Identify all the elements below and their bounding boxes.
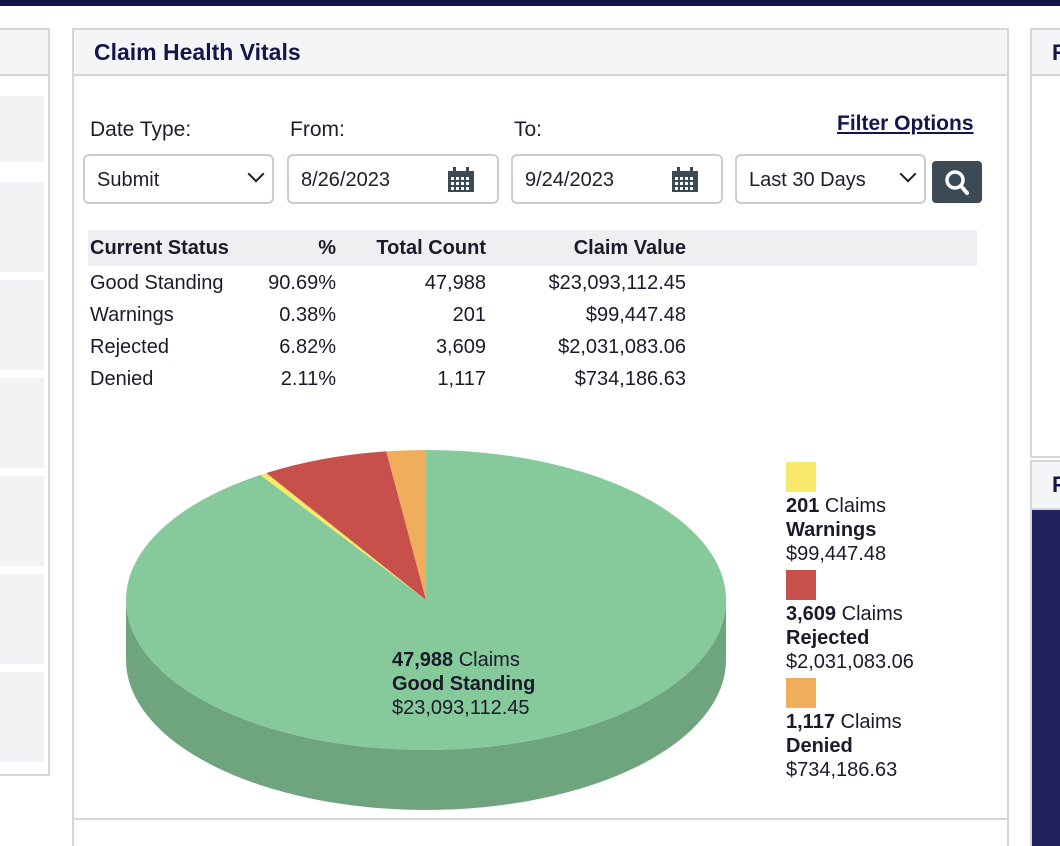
row-count: 3,609 — [435, 336, 486, 358]
legend-name: Warnings — [786, 519, 877, 541]
legend-name: Rejected — [786, 627, 870, 649]
row-status: Warnings — [90, 304, 174, 326]
legend-value: $734,186.63 — [786, 759, 898, 781]
next-panel — [72, 818, 1009, 846]
col-header-status: Current Status — [90, 237, 229, 259]
filter-options-link[interactable]: Filter Options — [837, 112, 974, 136]
claim-health-vitals-panel: Claim Health Vitals Date Type: From: To:… — [72, 28, 1009, 820]
pie-label-suffix: Claims — [453, 649, 520, 671]
claim-status-pie-chart — [126, 450, 727, 810]
left-panel-header — [0, 30, 48, 76]
row-count: 1,117 — [437, 368, 486, 390]
panel-header: Claim Health Vitals — [74, 30, 1007, 76]
legend-count: 1,117 — [786, 711, 835, 733]
date-range-value: Last 30 Days — [749, 169, 866, 191]
chevron-down-icon — [247, 165, 265, 183]
search-button[interactable] — [932, 161, 982, 203]
left-panel-row[interactable] — [0, 476, 44, 566]
right-bottom-panel-body — [1032, 510, 1060, 846]
left-panel-row[interactable] — [0, 280, 44, 370]
row-count: 47,988 — [424, 272, 486, 294]
row-value: $99,447.48 — [585, 304, 686, 326]
to-date-value: 9/24/2023 — [525, 169, 614, 191]
date-range-select[interactable]: Last 30 Days — [735, 154, 926, 204]
col-header-count: Total Count — [376, 237, 486, 259]
legend-suffix: Claims — [836, 603, 903, 625]
search-icon — [945, 170, 969, 195]
row-pct: 90.69% — [268, 272, 336, 294]
from-date-value: 8/26/2023 — [301, 169, 390, 191]
legend-suffix: Claims — [834, 711, 902, 733]
calendar-icon[interactable] — [671, 167, 699, 193]
row-value: $2,031,083.06 — [558, 336, 686, 358]
legend-value: $99,447.48 — [786, 543, 887, 565]
legend-swatch — [786, 570, 816, 600]
row-count: 201 — [452, 304, 486, 326]
legend-count: 3,609 — [786, 603, 837, 625]
left-panel-row[interactable] — [0, 672, 44, 762]
from-date-input[interactable]: 8/26/2023 — [287, 154, 499, 204]
legend-suffix: Claims — [819, 495, 887, 517]
left-sidebar-panel — [0, 28, 50, 776]
panel-title: Claim Health Vitals — [94, 39, 301, 65]
legend-item-warnings[interactable]: 201 Claims Warnings $99,447.48 — [786, 462, 914, 566]
left-panel-row[interactable] — [0, 378, 44, 468]
legend-count: 201 — [786, 495, 820, 517]
legend-swatch — [786, 678, 816, 708]
row-pct: 6.82% — [279, 336, 336, 358]
right-bottom-panel-title: F — [1032, 462, 1060, 510]
row-pct: 0.38% — [279, 304, 336, 326]
pie-label-value: $23,093,112.45 — [392, 697, 530, 719]
legend-swatch — [786, 462, 816, 492]
row-pct: 2.11% — [280, 368, 336, 390]
left-panel-row[interactable] — [0, 96, 44, 162]
date-type-label: Date Type: — [90, 118, 192, 141]
calendar-icon[interactable] — [447, 167, 475, 193]
left-panel-row[interactable] — [0, 574, 44, 664]
legend-item-rejected[interactable]: 3,609 Claims Rejected $2,031,083.06 — [786, 570, 914, 674]
col-header-value: Claim Value — [573, 237, 686, 259]
top-navigation-bar — [0, 0, 1060, 6]
date-type-value: Submit — [97, 169, 160, 191]
right-bottom-panel: F — [1030, 460, 1060, 846]
right-top-panel: R — [1030, 28, 1060, 458]
legend-name: Denied — [786, 735, 853, 757]
left-panel-row[interactable] — [0, 182, 44, 272]
pie-label-good-standing: 47,988 Claims Good Standing $23,093,112.… — [392, 648, 535, 720]
pie-label-count: 47,988 — [392, 649, 454, 671]
legend-value: $2,031,083.06 — [786, 651, 914, 673]
pie-label-name: Good Standing — [392, 673, 536, 695]
row-value: $23,093,112.45 — [548, 272, 686, 294]
from-label: From: — [290, 118, 345, 141]
to-label: To: — [514, 118, 543, 141]
to-date-input[interactable]: 9/24/2023 — [511, 154, 723, 204]
row-status: Rejected — [90, 336, 169, 358]
legend-item-denied[interactable]: 1,117 Claims Denied $734,186.63 — [786, 678, 914, 782]
row-status: Good Standing — [90, 272, 224, 294]
col-header-pct: % — [318, 237, 336, 259]
row-status: Denied — [90, 368, 154, 390]
chart-legend: 201 Claims Warnings $99,447.48 3,609 Cla… — [786, 462, 914, 786]
right-top-panel-title: R — [1032, 30, 1060, 76]
chevron-down-icon — [899, 165, 917, 183]
date-type-select[interactable]: Submit — [83, 154, 274, 204]
row-value: $734,186.63 — [574, 368, 686, 390]
